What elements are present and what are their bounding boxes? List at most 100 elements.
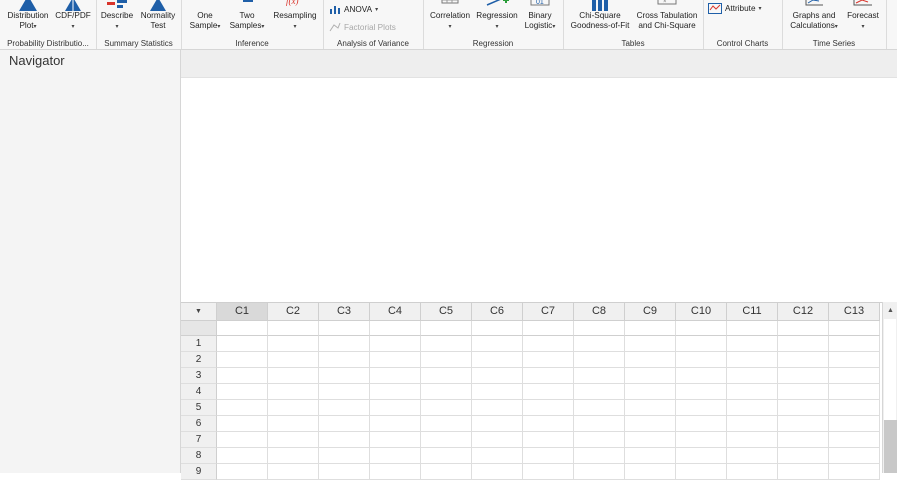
correlation-button[interactable]: Correlation ▾ bbox=[427, 0, 473, 32]
scroll-thumb[interactable] bbox=[884, 420, 897, 473]
worksheet-cell[interactable] bbox=[370, 464, 421, 480]
worksheet-cell[interactable] bbox=[217, 400, 268, 416]
column-header[interactable]: C7 bbox=[523, 303, 574, 321]
worksheet-cell[interactable] bbox=[676, 432, 727, 448]
worksheet-cell[interactable] bbox=[421, 400, 472, 416]
forecast-button[interactable]: Forecast ▾ bbox=[844, 0, 882, 32]
worksheet-cell[interactable] bbox=[727, 448, 778, 464]
worksheet-cell[interactable] bbox=[778, 352, 829, 368]
worksheet-cell[interactable] bbox=[319, 464, 370, 480]
worksheet-cell[interactable] bbox=[472, 448, 523, 464]
chi-square-goodness-of-fit-button[interactable]: Chi-Square Goodness-of-Fit bbox=[567, 0, 633, 30]
worksheet-cell[interactable] bbox=[574, 336, 625, 352]
scroll-up-icon[interactable]: ▲ bbox=[883, 302, 898, 319]
worksheet-cell[interactable] bbox=[523, 464, 574, 480]
navigator-panel[interactable]: Navigator bbox=[0, 50, 181, 473]
worksheet-cell[interactable] bbox=[625, 416, 676, 432]
worksheet-cell[interactable] bbox=[727, 368, 778, 384]
worksheet-cell[interactable] bbox=[625, 464, 676, 480]
column-header[interactable]: C2 bbox=[268, 303, 319, 321]
worksheet-cell[interactable] bbox=[676, 352, 727, 368]
worksheet-cell[interactable] bbox=[268, 368, 319, 384]
binary-logistic-button[interactable]: 01 Binary Logistic▾ bbox=[521, 0, 559, 32]
worksheet-cell[interactable] bbox=[319, 352, 370, 368]
worksheet-cell[interactable] bbox=[778, 432, 829, 448]
output-pane[interactable] bbox=[181, 78, 900, 302]
worksheet-cell[interactable] bbox=[421, 464, 472, 480]
worksheet-cell[interactable] bbox=[319, 448, 370, 464]
worksheet-cell[interactable] bbox=[421, 416, 472, 432]
worksheet-cell[interactable] bbox=[421, 448, 472, 464]
worksheet-cell[interactable] bbox=[574, 352, 625, 368]
worksheet-cell[interactable] bbox=[829, 416, 880, 432]
worksheet-cell[interactable] bbox=[676, 448, 727, 464]
column-header[interactable]: C3 bbox=[319, 303, 370, 321]
column-name-cell[interactable] bbox=[523, 321, 574, 336]
worksheet-cell[interactable] bbox=[727, 336, 778, 352]
anova-button[interactable]: ANOVA ▾ bbox=[329, 4, 378, 14]
attribute-button[interactable]: Attribute ▾ bbox=[708, 3, 762, 14]
column-header[interactable]: C12 bbox=[778, 303, 829, 321]
worksheet-cell[interactable] bbox=[676, 464, 727, 480]
worksheet-cell[interactable] bbox=[829, 336, 880, 352]
worksheet-cell[interactable] bbox=[472, 464, 523, 480]
worksheet-cell[interactable] bbox=[319, 432, 370, 448]
worksheet-cell[interactable] bbox=[421, 384, 472, 400]
distribution-plot-button[interactable]: Distribution Plot▾ bbox=[4, 0, 52, 32]
worksheet-cell[interactable] bbox=[472, 368, 523, 384]
row-header[interactable]: 9 bbox=[181, 464, 217, 480]
two-samples-button[interactable]: Two Samples▾ bbox=[227, 0, 267, 32]
worksheet-cell[interactable] bbox=[676, 416, 727, 432]
graphs-and-calculations-button[interactable]: Graphs and Calculations▾ bbox=[786, 0, 842, 32]
worksheet-cell[interactable] bbox=[829, 384, 880, 400]
factorial-plots-button[interactable]: Factorial Plots bbox=[329, 22, 396, 32]
worksheet-cell[interactable] bbox=[268, 336, 319, 352]
column-header[interactable]: C9 bbox=[625, 303, 676, 321]
cross-tabulation-button[interactable]: × Cross Tabulation and Chi-Square bbox=[635, 0, 699, 30]
worksheet-cell[interactable] bbox=[268, 448, 319, 464]
worksheet-cell[interactable] bbox=[625, 448, 676, 464]
worksheet-cell[interactable] bbox=[523, 336, 574, 352]
normality-test-button[interactable]: Normality Test bbox=[138, 0, 178, 30]
worksheet-cell[interactable] bbox=[778, 336, 829, 352]
worksheet-cell[interactable] bbox=[829, 464, 880, 480]
worksheet-cell[interactable] bbox=[778, 448, 829, 464]
worksheet-cell[interactable] bbox=[370, 448, 421, 464]
worksheet-cell[interactable] bbox=[472, 384, 523, 400]
worksheet-cell[interactable] bbox=[778, 368, 829, 384]
worksheet-cell[interactable] bbox=[370, 368, 421, 384]
column-name-cell[interactable] bbox=[574, 321, 625, 336]
worksheet-cell[interactable] bbox=[727, 400, 778, 416]
worksheet-cell[interactable] bbox=[319, 400, 370, 416]
column-header[interactable]: C5 bbox=[421, 303, 472, 321]
worksheet-cell[interactable] bbox=[625, 384, 676, 400]
column-name-cell[interactable] bbox=[829, 321, 880, 336]
worksheet-cell[interactable] bbox=[472, 352, 523, 368]
worksheet-cell[interactable] bbox=[727, 464, 778, 480]
row-header[interactable]: 3 bbox=[181, 368, 217, 384]
worksheet-cell[interactable] bbox=[217, 464, 268, 480]
worksheet-cell[interactable] bbox=[319, 416, 370, 432]
row-header[interactable]: 5 bbox=[181, 400, 217, 416]
worksheet-cell[interactable] bbox=[523, 416, 574, 432]
vertical-scrollbar[interactable]: ▲ bbox=[882, 302, 898, 473]
worksheet-cell[interactable] bbox=[319, 384, 370, 400]
column-name-cell[interactable] bbox=[727, 321, 778, 336]
worksheet-cell[interactable] bbox=[421, 336, 472, 352]
worksheet-cell[interactable] bbox=[574, 384, 625, 400]
worksheet-cell[interactable] bbox=[472, 336, 523, 352]
worksheet-cell[interactable] bbox=[370, 432, 421, 448]
column-header[interactable]: C10 bbox=[676, 303, 727, 321]
worksheet-cell[interactable] bbox=[727, 432, 778, 448]
column-header[interactable]: C11 bbox=[727, 303, 778, 321]
cdf-pdf-button[interactable]: CDF/PDF ▾ bbox=[54, 0, 92, 32]
worksheet-cell[interactable] bbox=[574, 416, 625, 432]
worksheet-cell[interactable] bbox=[370, 400, 421, 416]
column-name-cell[interactable] bbox=[421, 321, 472, 336]
column-name-cell[interactable] bbox=[268, 321, 319, 336]
worksheet-cell[interactable] bbox=[370, 352, 421, 368]
worksheet-cell[interactable] bbox=[727, 384, 778, 400]
worksheet-cell[interactable] bbox=[829, 400, 880, 416]
one-sample-button[interactable]: One Sample▾ bbox=[185, 0, 225, 32]
column-name-cell[interactable] bbox=[370, 321, 421, 336]
